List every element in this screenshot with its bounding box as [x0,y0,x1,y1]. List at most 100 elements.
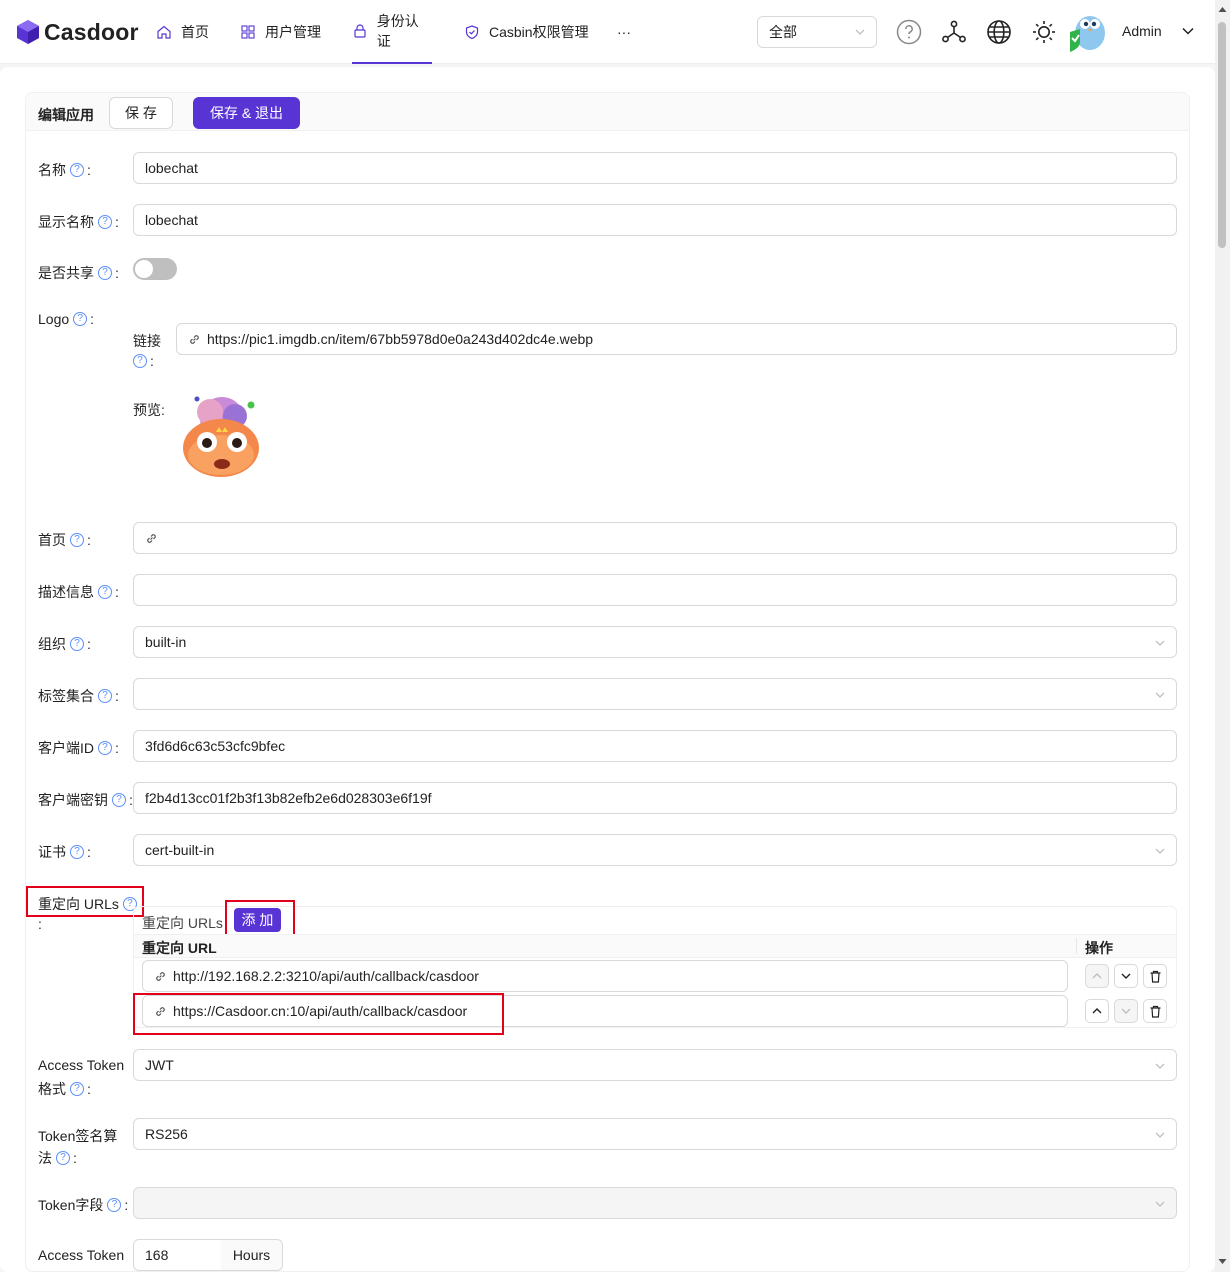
logo-link-label: 链接 [133,331,161,351]
chevron-down-icon [855,29,865,35]
chevron-down-icon[interactable] [1181,24,1195,38]
chevron-up-icon [1092,1008,1102,1014]
access-token-expire-label: Access Token [38,1247,124,1263]
lock-icon [352,23,368,39]
access-token-format-label-text-2: 格式 [38,1081,66,1097]
description-label-text: 描述信息 [38,584,94,600]
token-signing-label-line2: 法?: [38,1150,77,1166]
nav-home-label: 首页 [181,24,209,40]
name-label-text: 名称 [38,162,66,178]
logo-label: Logo?: [38,311,95,327]
save-and-exit-button[interactable]: 保存 & 退出 [193,97,300,129]
homepage-input[interactable] [133,522,1177,554]
move-up-button[interactable] [1085,999,1109,1023]
token-fields-select[interactable] [133,1187,1177,1219]
logo-link-label-text: 链接 [133,333,161,349]
user-name[interactable]: Admin [1122,23,1162,39]
link-icon [145,532,158,545]
token-fields-label-text: Token字段 [38,1197,104,1213]
logo-preview-label: 预览: [133,400,165,420]
nav-authentication[interactable]: 身份认证 [352,0,432,64]
cert-label-text: 证书 [38,844,66,860]
client-id-label: 客户端ID?: [38,740,119,756]
logo-preview-label-text: 预览: [133,402,165,418]
is-shared-label-text: 是否共享 [38,265,94,281]
tags-select[interactable] [133,678,1177,710]
display-name-input-value: lobechat [145,212,198,228]
link-icon [154,970,167,983]
card-title: 编辑应用 [38,107,94,123]
scroll-up-arrow-icon[interactable] [1218,6,1227,13]
nav-authentication-label: 身份认证 [376,13,419,49]
access-token-expire-input[interactable]: 168 [133,1239,222,1271]
save-button[interactable]: 保 存 [109,97,173,129]
trash-icon [1150,970,1160,983]
scrollbar-thumb[interactable] [1218,22,1226,248]
nav-casbin[interactable]: Casbin权限管理 [464,0,589,64]
chevron-down-icon [1155,640,1165,646]
redirect-url-input-1[interactable]: http://192.168.2.2:3210/api/auth/callbac… [142,960,1068,992]
organization-label-text: 组织 [38,636,66,652]
redirect-urls-colon: : [38,916,42,932]
logo-preview-image [183,396,259,477]
client-secret-input[interactable]: f2b4d13cc01f2b3f13b82efb2e6d028303e6f19f [133,782,1177,814]
tags-label: 标签集合?: [38,688,119,704]
nav-more[interactable]: ··· [617,0,631,64]
homepage-label-text: 首页 [38,532,66,548]
access-token-expire-unit: Hours [221,1239,283,1271]
move-down-button[interactable] [1114,964,1138,988]
switch-knob [135,260,153,278]
brand-name: Casdoor [44,18,139,45]
help-icon: ? [98,585,112,599]
move-down-button[interactable] [1114,999,1138,1023]
is-shared-switch[interactable] [133,258,177,280]
casdoor-logo[interactable]: Casdoor [16,14,139,50]
help-icon: ? [70,163,84,177]
client-secret-label: 客户端密钥?: [38,792,133,808]
user-avatar[interactable] [1068,12,1106,52]
token-signing-select[interactable]: RS256 [133,1118,1177,1150]
cert-select[interactable]: cert-built-in [133,834,1177,866]
scroll-down-arrow-icon[interactable] [1218,1258,1227,1265]
help-icon: ? [98,741,112,755]
delete-button[interactable] [1143,999,1167,1023]
logo-url-value: https://pic1.imgdb.cn/item/67bb5978d0e0a… [207,331,594,347]
language-globe-icon[interactable] [985,18,1013,46]
display-name-input[interactable]: lobechat [133,204,1177,236]
cert-value: cert-built-in [145,842,215,858]
move-up-button[interactable] [1085,964,1109,988]
highlight-box-new-url [133,993,504,1035]
access-token-format-label-text: Access Token [38,1057,125,1073]
nav-user-management[interactable]: 用户管理 [240,0,321,64]
description-input[interactable] [133,574,1177,606]
organization-select[interactable]: 全部 [757,16,877,48]
nav-home[interactable]: 首页 [156,0,209,64]
help-icon: ? [107,1198,122,1212]
help-icon: ? [70,533,84,547]
cert-label: 证书?: [38,844,91,860]
more-icon: ··· [617,24,631,40]
client-id-value: 3fd6d6c63c53cfc9bfec [145,738,286,754]
delete-button[interactable] [1143,964,1167,988]
client-secret-value: f2b4d13cc01f2b3f13b82efb2e6d028303e6f19f [145,790,432,806]
token-fields-label: Token字段?: [38,1197,129,1213]
grid-icon [240,24,256,40]
theme-sun-icon[interactable] [1030,18,1058,46]
page-scrollbar[interactable] [1215,0,1230,1272]
name-input[interactable]: lobechat [133,152,1177,184]
logo-label-text: Logo [38,311,70,327]
logo-url-input[interactable]: https://pic1.imgdb.cn/item/67bb5978d0e0a… [176,323,1177,355]
help-icon: ? [70,845,84,859]
token-signing-value: RS256 [145,1126,188,1142]
client-id-input[interactable]: 3fd6d6c63c53cfc9bfec [133,730,1177,762]
display-name-label-text: 显示名称 [38,214,94,230]
organization-select-field[interactable]: built-in [133,626,1177,658]
nav-user-management-label: 用户管理 [265,24,321,40]
help-icon[interactable] [895,18,923,46]
network-icon[interactable] [940,18,968,46]
shield-icon [464,24,480,40]
access-token-format-select[interactable]: JWT [133,1049,1177,1081]
access-token-format-value: JWT [145,1057,174,1073]
help-icon: ? [98,215,112,229]
home-icon [156,24,172,40]
